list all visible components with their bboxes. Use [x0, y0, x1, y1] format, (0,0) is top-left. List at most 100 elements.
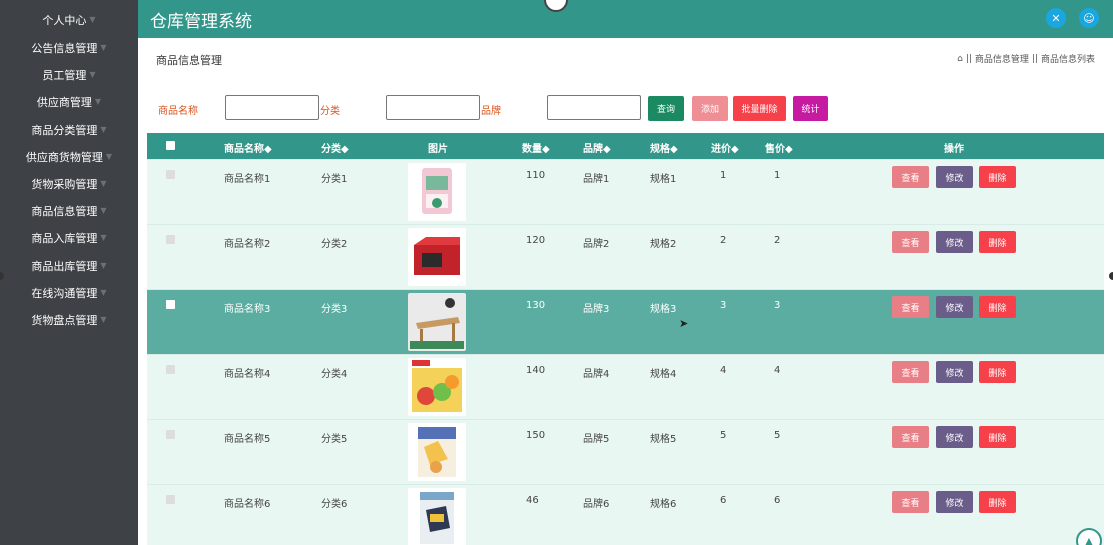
cell-category: 分类2 [321, 239, 348, 250]
cell-spec: 规格5 [650, 434, 677, 445]
user-icon[interactable]: ☺ [1079, 8, 1099, 28]
cell-sale-price: 4 [774, 365, 781, 376]
cell-purchase-price: 3 [720, 300, 727, 311]
view-button[interactable]: 查看 [892, 491, 929, 513]
table-row[interactable]: 商品名称3 分类3 130 品牌3 规格3 3 3 查看 修改 删除 ➤ [147, 289, 1104, 354]
view-button[interactable]: 查看 [892, 361, 929, 383]
row-checkbox[interactable] [166, 430, 175, 439]
cell-purchase-price: 2 [720, 235, 727, 246]
edge-handle-right[interactable] [1109, 272, 1113, 280]
query-button[interactable]: 查询 [648, 96, 684, 121]
row-checkbox[interactable] [166, 495, 175, 504]
edit-button[interactable]: 修改 [936, 296, 973, 318]
cell-name: 商品名称6 [224, 499, 271, 510]
sidebar-item-employees[interactable]: 员工管理 ▼ [0, 61, 138, 88]
home-icon[interactable]: ⌂ [957, 54, 963, 64]
category-input[interactable] [386, 95, 480, 120]
cell-name: 商品名称3 [224, 304, 271, 315]
col-header-quantity[interactable]: 数量◆ [522, 140, 550, 155]
sidebar-item-profile[interactable]: 个人中心 ▼ [0, 6, 138, 33]
view-button[interactable]: 查看 [892, 166, 929, 188]
col-header-spec[interactable]: 规格◆ [650, 140, 678, 155]
row-checkbox[interactable] [166, 235, 175, 244]
cell-name: 商品名称1 [224, 174, 271, 185]
breadcrumb-separator: || [1031, 53, 1038, 64]
table-row[interactable]: 商品名称6 分类6 46 品牌6 规格6 6 6 查看 修改 删除 [147, 484, 1104, 545]
table-row[interactable]: 商品名称4 分类4 140 品牌4 规格4 4 4 查看 修改 删除 [147, 354, 1104, 419]
add-button[interactable]: 添加 [692, 96, 728, 121]
mouse-cursor-icon: ➤ [679, 317, 689, 330]
breadcrumb-row: 商品信息管理 ⌂ || 商品信息管理 || 商品信息列表 [138, 38, 1113, 80]
fullscreen-icon[interactable]: ✕ [1046, 8, 1066, 28]
sidebar-item-stock-in[interactable]: 商品入库管理 ▼ [0, 224, 138, 251]
delete-button[interactable]: 删除 [979, 296, 1016, 318]
col-header-name[interactable]: 商品名称◆ [224, 140, 272, 155]
sidebar-item-categories[interactable]: 商品分类管理 ▼ [0, 116, 138, 143]
cell-quantity: 130 [526, 300, 546, 311]
view-button[interactable]: 查看 [892, 426, 929, 448]
batch-delete-button[interactable]: 批量删除 [733, 96, 786, 121]
stats-button[interactable]: 统计 [793, 96, 828, 121]
cell-spec: 规格2 [650, 239, 677, 250]
col-header-category[interactable]: 分类◆ [321, 140, 349, 155]
table-row[interactable]: 商品名称1 分类1 110 品牌1 规格1 1 1 查看 修改 删除 [147, 159, 1104, 224]
sidebar-item-supplier-goods[interactable]: 供应商货物管理 ▼ [0, 143, 138, 170]
product-name-input[interactable] [225, 95, 319, 120]
cell-name: 商品名称4 [224, 369, 271, 380]
delete-button[interactable]: 删除 [979, 426, 1016, 448]
cell-purchase-price: 1 [720, 170, 727, 181]
col-header-purchase-price[interactable]: 进价◆ [711, 140, 739, 155]
cell-brand: 品牌2 [583, 239, 610, 250]
product-image[interactable] [408, 293, 466, 351]
edit-button[interactable]: 修改 [936, 361, 973, 383]
sidebar-item-suppliers[interactable]: 供应商管理 ▼ [0, 88, 138, 115]
edit-button[interactable]: 修改 [936, 491, 973, 513]
sidebar-item-inventory[interactable]: 货物盘点管理 ▼ [0, 306, 138, 333]
cell-quantity: 150 [526, 430, 546, 441]
sidebar-item-chat[interactable]: 在线沟通管理 ▼ [0, 279, 138, 306]
delete-button[interactable]: 删除 [979, 166, 1016, 188]
sidebar-item-label: 商品信息管理 [31, 204, 98, 218]
chevron-down-icon: ▼ [89, 15, 96, 24]
edit-button[interactable]: 修改 [936, 166, 973, 188]
breadcrumb-item[interactable]: 商品信息管理 [975, 52, 1029, 65]
sidebar-item-products[interactable]: 商品信息管理 ▼ [0, 197, 138, 224]
product-image[interactable] [408, 163, 466, 221]
table-row[interactable]: 商品名称5 分类5 150 品牌5 规格5 5 5 查看 修改 删除 [147, 419, 1104, 484]
col-header-brand[interactable]: 品牌◆ [583, 140, 611, 155]
chevron-down-icon: ▼ [100, 125, 107, 134]
product-image[interactable] [408, 358, 466, 416]
delete-button[interactable]: 删除 [979, 231, 1016, 253]
sidebar-item-purchases[interactable]: 货物采购管理 ▼ [0, 170, 138, 197]
brand-label: 品牌 [481, 106, 501, 117]
chevron-down-icon: ▼ [100, 288, 107, 297]
edit-button[interactable]: 修改 [936, 426, 973, 448]
sidebar-item-label: 供应商管理 [36, 95, 92, 109]
product-image[interactable] [408, 423, 466, 481]
row-checkbox[interactable] [166, 300, 175, 309]
sidebar-item-label: 在线沟通管理 [31, 286, 98, 300]
col-header-sale-price[interactable]: 售价◆ [765, 140, 793, 155]
view-button[interactable]: 查看 [892, 296, 929, 318]
delete-button[interactable]: 删除 [979, 361, 1016, 383]
brand-input[interactable] [547, 95, 641, 120]
table-row[interactable]: 商品名称2 分类2 120 品牌2 规格2 2 2 查看 修改 删除 [147, 224, 1104, 289]
sidebar-item-label: 供应商货物管理 [25, 150, 103, 164]
view-button[interactable]: 查看 [892, 231, 929, 253]
row-checkbox[interactable] [166, 365, 175, 374]
delete-button[interactable]: 删除 [979, 491, 1016, 513]
sidebar-item-announcements[interactable]: 公告信息管理 ▼ [0, 34, 138, 61]
cell-brand: 品牌5 [583, 434, 610, 445]
cell-quantity: 46 [526, 495, 539, 506]
sidebar: 个人中心 ▼ 公告信息管理 ▼ 员工管理 ▼ 供应商管理 ▼ 商品分类管理 ▼ 供应商货物… [0, 0, 138, 545]
select-all-checkbox[interactable] [166, 141, 175, 150]
table-header: 商品名称◆ 分类◆ 图片 数量◆ 品牌◆ 规格◆ 进价◆ 售价◆ 操作 [147, 133, 1104, 159]
product-image[interactable] [408, 488, 466, 545]
row-checkbox[interactable] [166, 170, 175, 179]
product-table: 商品名称◆ 分类◆ 图片 数量◆ 品牌◆ 规格◆ 进价◆ 售价◆ 操作 商品名称… [147, 133, 1104, 545]
edit-button[interactable]: 修改 [936, 231, 973, 253]
sidebar-item-stock-out[interactable]: 商品出库管理 ▼ [0, 252, 138, 279]
sidebar-item-label: 员工管理 [42, 68, 87, 82]
cell-sale-price: 5 [774, 430, 781, 441]
product-image[interactable] [408, 228, 466, 286]
